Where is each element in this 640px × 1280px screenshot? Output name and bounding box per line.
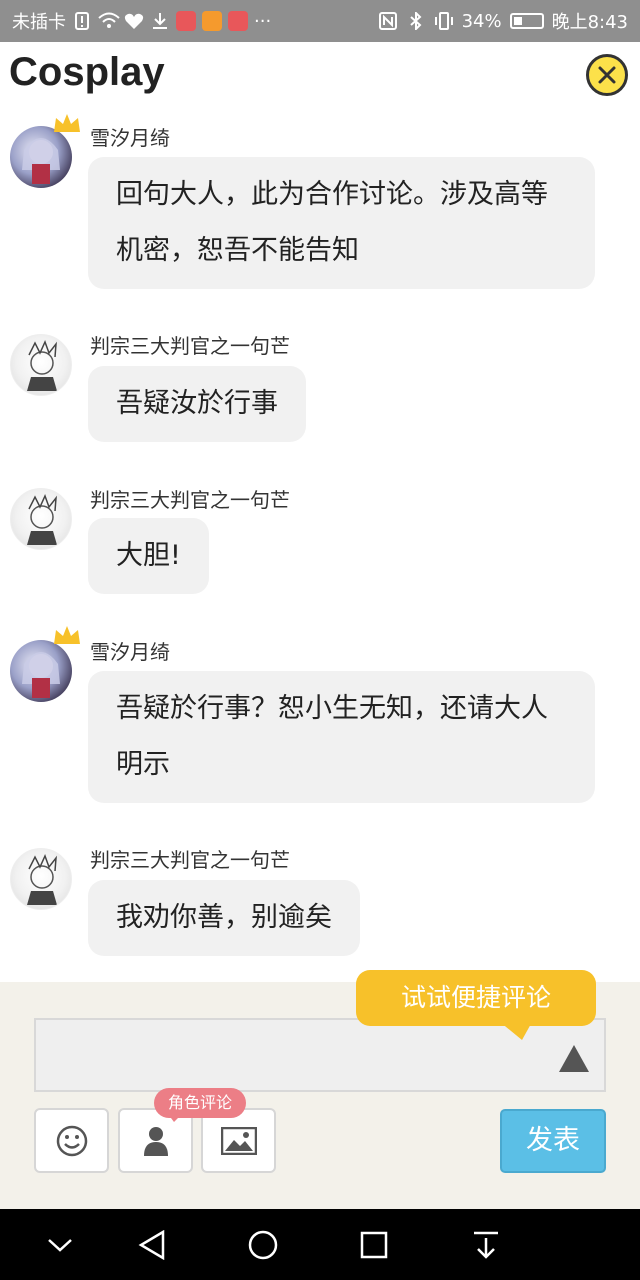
battery-icon	[509, 13, 544, 29]
battery-percent: 34%	[461, 10, 502, 32]
triangle-up-icon	[559, 1045, 589, 1072]
status-right: 34% 晚上8:43	[378, 8, 628, 34]
message-author[interactable]: 判宗三大判官之一句芒	[90, 330, 290, 359]
image-icon	[220, 1126, 257, 1155]
character-portrait	[22, 652, 60, 698]
shop-app-icon	[228, 11, 248, 31]
back-icon	[138, 1230, 165, 1260]
comment-composer: 试试便捷评论 角色评论 发表	[0, 970, 640, 1209]
download-icon	[150, 12, 170, 30]
message-author[interactable]: 判宗三大判官之一句芒	[90, 844, 290, 873]
book-app-icon	[176, 11, 196, 31]
wifi-icon	[98, 12, 120, 30]
play-app-icon	[202, 11, 222, 31]
message-author[interactable]: 雪汐月绮	[90, 636, 170, 665]
home-icon	[248, 1230, 278, 1260]
system-nav-bar	[0, 1209, 640, 1280]
avatar[interactable]	[10, 848, 72, 910]
message-author[interactable]: 雪汐月绮	[90, 122, 170, 151]
crown-icon	[54, 626, 80, 644]
chat-thread[interactable]: 雪汐月绮 回句大人，此为合作讨论。涉及高等机密，恕吾不能告知 判宗三大判官之一句…	[0, 110, 640, 982]
emoji-button[interactable]	[34, 1108, 109, 1173]
status-left: 未插卡 ···	[12, 8, 378, 34]
tip-tail	[500, 1022, 532, 1040]
message-bubble[interactable]: 我劝你善，别逾矣	[88, 880, 360, 956]
back-button[interactable]	[134, 1227, 170, 1263]
close-button[interactable]	[586, 54, 628, 96]
battery-fill	[513, 17, 523, 25]
recents-button[interactable]	[356, 1227, 392, 1263]
close-icon	[598, 66, 616, 84]
person-icon	[143, 1126, 168, 1156]
chevron-down-icon	[48, 1239, 72, 1252]
recents-icon	[360, 1231, 388, 1259]
notification-pull-button[interactable]	[468, 1227, 504, 1263]
sketch-portrait	[27, 494, 57, 545]
post-button[interactable]: 发表	[500, 1109, 606, 1173]
bluetooth-icon	[406, 10, 426, 32]
sim-alert-icon	[72, 12, 92, 30]
pull-down-icon	[474, 1231, 498, 1259]
role-tag-tail	[168, 1114, 182, 1122]
emoji-icon	[56, 1125, 87, 1156]
app-header: Cosplay	[0, 42, 640, 110]
avatar[interactable]	[10, 488, 72, 550]
sketch-portrait	[27, 340, 57, 391]
avatar[interactable]	[10, 334, 72, 396]
avatar[interactable]	[10, 640, 72, 702]
more-notifications: ···	[254, 10, 272, 32]
heart-rate-icon	[124, 12, 144, 30]
sketch-portrait	[27, 854, 57, 905]
home-button[interactable]	[245, 1227, 281, 1263]
expand-button[interactable]	[556, 1037, 592, 1073]
page-title: Cosplay	[9, 50, 165, 94]
message-bubble[interactable]: 吾疑於行事？恕小生无知，还请大人明示	[88, 671, 595, 803]
message-bubble[interactable]: 大胆!	[88, 518, 209, 594]
hide-nav-button[interactable]	[42, 1227, 78, 1263]
crown-icon	[54, 114, 80, 132]
message-bubble[interactable]: 吾疑汝於行事	[88, 366, 306, 442]
quick-comment-tip[interactable]: 试试便捷评论	[356, 970, 596, 1026]
message-author[interactable]: 判宗三大判官之一句芒	[90, 484, 290, 513]
message-bubble[interactable]: 回句大人，此为合作讨论。涉及高等机密，恕吾不能告知	[88, 157, 595, 289]
status-bar: 未插卡 ··· 34% 晚上8:43	[0, 0, 640, 42]
nfc-icon	[378, 12, 398, 30]
vibrate-icon	[434, 12, 454, 30]
carrier-text: 未插卡	[12, 12, 66, 33]
clock: 晚上8:43	[551, 12, 628, 33]
